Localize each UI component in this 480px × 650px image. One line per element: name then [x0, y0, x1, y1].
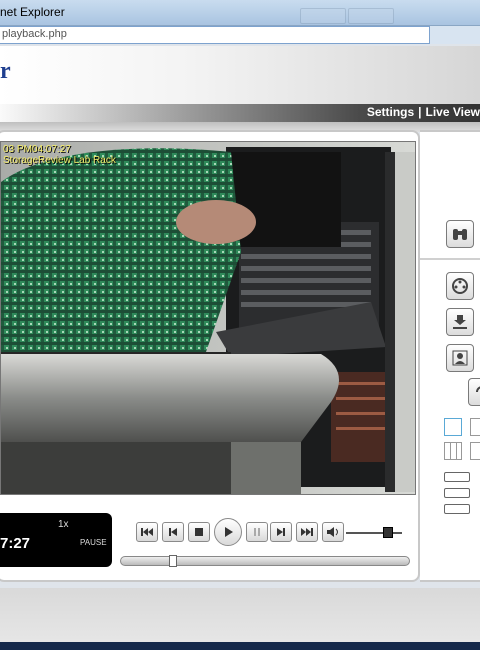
page-header	[0, 46, 480, 104]
seek-bar[interactable]	[120, 555, 410, 567]
address-bar[interactable]: playback.php	[0, 26, 430, 44]
search-camera-button[interactable]	[446, 220, 474, 248]
layout-4x4-button[interactable]	[470, 442, 480, 460]
window-buttons[interactable]	[300, 8, 440, 24]
window-title: net Explorer	[0, 5, 65, 19]
step-back-button[interactable]	[162, 522, 184, 542]
playback-time: 7:27	[0, 535, 31, 552]
minimize-button[interactable]	[444, 488, 470, 498]
seek-handle[interactable]	[168, 555, 177, 567]
address-bar-end	[430, 26, 480, 44]
nav-live-view-link[interactable]: Live View	[426, 105, 480, 119]
skip-to-start-icon	[141, 528, 153, 536]
step-forward-icon	[277, 528, 285, 536]
volume-handle[interactable]	[382, 527, 393, 538]
download-icon	[453, 315, 467, 329]
page-footer	[0, 588, 480, 650]
play-icon	[225, 527, 233, 537]
stop-icon	[195, 528, 203, 536]
step-back-icon	[169, 528, 177, 536]
camera-frame	[1, 142, 415, 494]
top-nav: Settings | Live View	[367, 105, 480, 119]
volume-icon	[327, 527, 338, 537]
pause-button[interactable]	[246, 522, 268, 542]
layout-strip-button[interactable]	[444, 472, 470, 482]
binoculars-icon	[453, 229, 467, 240]
layout-1x1-button[interactable]	[444, 418, 462, 436]
skip-to-start-button[interactable]	[136, 522, 158, 542]
rotate-button[interactable]	[468, 378, 480, 406]
address-text: playback.php	[2, 28, 67, 40]
osd-datetime: 03 PM04:07:27	[3, 144, 71, 155]
user-contact-icon	[452, 350, 468, 366]
volume-track	[346, 532, 402, 534]
nav-settings-link[interactable]: Settings	[367, 105, 414, 119]
panel-divider	[420, 258, 480, 260]
download-button[interactable]	[446, 308, 474, 336]
layout-3x3-button[interactable]	[444, 442, 462, 460]
brand-logo: r	[0, 58, 11, 84]
layout-2x2-button[interactable]	[470, 418, 480, 436]
play-button[interactable]	[214, 518, 242, 546]
playback-status: 1x 7:27 PAUSE	[0, 513, 112, 567]
playback-speed: 1x	[58, 519, 69, 530]
pause-icon	[254, 528, 260, 536]
skip-to-end-icon	[301, 528, 313, 536]
step-forward-button[interactable]	[270, 522, 292, 542]
taskbar-strip	[0, 642, 480, 650]
film-reel-icon	[452, 278, 468, 294]
skip-to-end-button[interactable]	[296, 522, 318, 542]
user-button[interactable]	[446, 344, 474, 372]
rotate-icon	[476, 386, 480, 393]
volume-button[interactable]	[322, 522, 344, 542]
osd-camera-name: StorageReview Lab Rack	[3, 155, 116, 166]
volume-slider[interactable]	[346, 526, 402, 540]
film-button[interactable]	[446, 272, 474, 300]
playback-state: PAUSE	[80, 538, 107, 547]
nav-separator: |	[418, 105, 422, 119]
video-view[interactable]: 03 PM04:07:27 StorageReview Lab Rack	[0, 141, 416, 495]
record-button[interactable]	[444, 504, 470, 514]
stop-button[interactable]	[188, 522, 210, 542]
